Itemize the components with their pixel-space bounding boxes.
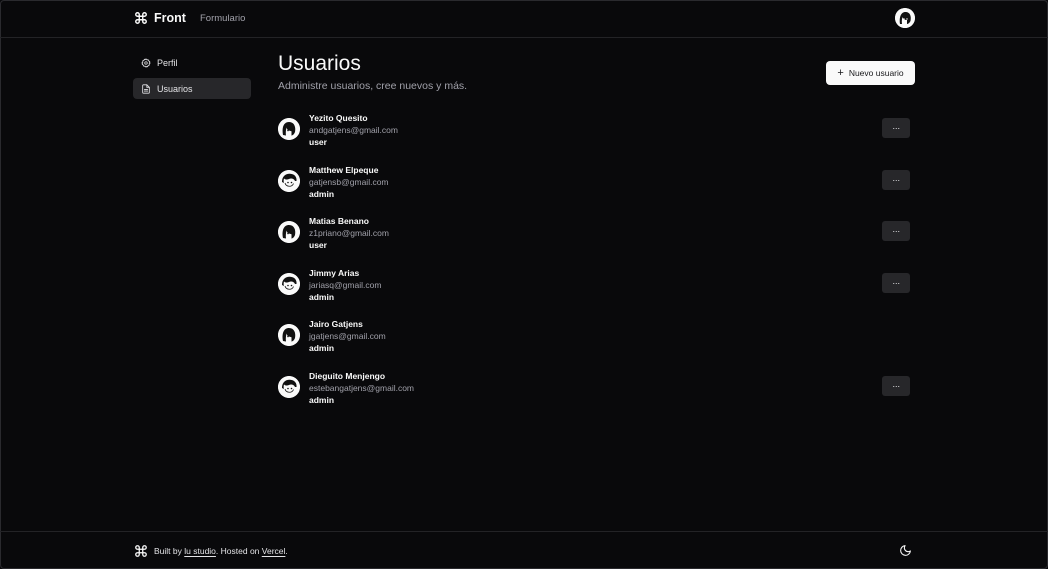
avatar (278, 375, 300, 398)
user-actions-button[interactable]: ··· (882, 272, 910, 293)
user-row: Matias Benano z1priano@gmail.com user ··· (278, 213, 910, 265)
top-header: Front Formulario (0, 0, 1048, 38)
sidebar-item-label: Usuarios (157, 83, 193, 94)
user-email: jgatjens@gmail.com (309, 331, 386, 341)
user-row: Dieguito Menjengo estebangatjens@gmail.co… (278, 368, 910, 420)
user-email: gatjensb@gmail.com (309, 176, 389, 187)
footer-text: . Hosted on (215, 546, 262, 556)
user-role: admin (309, 188, 335, 199)
user-info: Matthew Elpeque gatjensb@gmail.com admin (309, 164, 389, 200)
user-role: user (309, 137, 327, 147)
page-subtitle: Administre usuarios, cree nuevos y más. (278, 80, 468, 92)
command-icon (135, 545, 147, 557)
user-info: Jairo Gatjens jgatjens@gmail.com admin (309, 318, 386, 354)
command-icon (135, 12, 147, 24)
new-user-button-label: Nuevo usuario (848, 68, 904, 78)
studio-link[interactable]: lu studio (184, 546, 216, 556)
user-info: Jimmy Arias jariasq@gmail.com admin (309, 267, 381, 303)
user-info: Dieguito Menjengo estebangatjens@gmail.co… (309, 370, 414, 406)
user-row: Jimmy Arias jariasq@gmail.com admin ··· (278, 265, 910, 317)
user-email: z1priano@gmail.com (309, 228, 389, 238)
nav-link-formulario[interactable]: Formulario (200, 13, 245, 24)
gear-icon (141, 57, 151, 68)
user-email: estebangatjens@gmail.com (309, 382, 415, 393)
user-actions-button[interactable]: ··· (882, 221, 910, 241)
footer-text: . (285, 546, 288, 556)
user-actions-button[interactable]: ··· (882, 169, 910, 190)
brand-link[interactable]: Front (134, 11, 186, 25)
user-name: Jairo Gatjens (309, 319, 363, 329)
user-name: Matthew Elpeque (309, 164, 379, 175)
sidebar: Perfil Usuarios (133, 52, 251, 104)
user-row: Yezito Quesito andgatjens@gmail.com user ··… (278, 110, 910, 162)
user-email: jariasq@gmail.com (309, 279, 382, 290)
user-list: Yezito Quesito andgatjens@gmail.com user ··… (278, 110, 910, 419)
sidebar-item-usuarios[interactable]: Usuarios (133, 78, 251, 99)
avatar (278, 221, 300, 243)
user-info: Yezito Quesito andgatjens@gmail.com user (309, 112, 398, 148)
user-actions-button[interactable]: ··· (882, 118, 910, 138)
new-user-button[interactable]: + Nuevo usuario (826, 61, 915, 85)
footer: Built by lu studio. Hosted on Vercel. (0, 531, 1048, 569)
user-role: admin (309, 343, 335, 353)
user-row: Matthew Elpeque gatjensb@gmail.com admin ··… (278, 162, 910, 214)
user-actions-button[interactable]: ··· (882, 375, 910, 396)
user-role: user (309, 240, 327, 250)
user-email: andgatjens@gmail.com (309, 125, 398, 135)
avatar (278, 324, 300, 346)
moon-icon[interactable] (899, 544, 912, 557)
avatar (278, 169, 300, 192)
user-info: Matias Benano z1priano@gmail.com user (309, 215, 389, 251)
footer-text: Built by (154, 546, 185, 556)
file-icon (142, 83, 150, 94)
vercel-link[interactable]: Vercel (262, 546, 286, 556)
user-role: admin (309, 394, 335, 405)
user-name: Matias Benano (309, 216, 369, 226)
user-row: Jairo Gatjens jgatjens@gmail.com admin (278, 316, 910, 368)
avatar (278, 118, 300, 140)
user-name: Yezito Quesito (309, 113, 368, 123)
footer-credits: Built by lu studio. Hosted on Vercel. (134, 544, 288, 558)
avatar (278, 272, 300, 295)
sidebar-item-perfil[interactable]: Perfil (133, 52, 251, 73)
user-name: Jimmy Arias (309, 267, 360, 278)
sidebar-item-label: Perfil (157, 57, 178, 68)
brand-name: Front (154, 11, 186, 25)
user-name: Dieguito Menjengo (309, 370, 386, 381)
plus-icon: + (837, 66, 844, 79)
user-role: admin (309, 291, 335, 302)
avatar (895, 8, 915, 28)
user-avatar-button[interactable] (895, 8, 915, 28)
page-title: Usuarios (278, 52, 361, 75)
